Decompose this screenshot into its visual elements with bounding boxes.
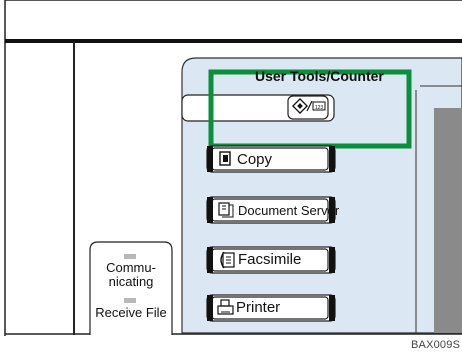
facsimile-key-label: Facsimile bbox=[238, 251, 302, 268]
control-panel-illustration: 123 User Tools/Counter Copy Document Ser… bbox=[0, 0, 462, 351]
communicating-lamp bbox=[124, 254, 136, 259]
document-server-key-label: Document Server bbox=[238, 203, 340, 218]
user-tools-counter-title: User Tools/Counter bbox=[255, 68, 384, 84]
copy-key-label: Copy bbox=[237, 151, 273, 168]
figure-code: BAX009S bbox=[411, 339, 461, 351]
receive-file-lamp bbox=[124, 298, 136, 303]
display-screen bbox=[434, 108, 462, 333]
printer-key-label: Printer bbox=[236, 299, 281, 316]
svg-text:123: 123 bbox=[315, 105, 324, 111]
panel-drawing: 123 bbox=[4, 0, 462, 336]
communicating-label: Commu- nicating bbox=[106, 260, 156, 289]
receive-file-label: Receive File bbox=[95, 305, 167, 320]
